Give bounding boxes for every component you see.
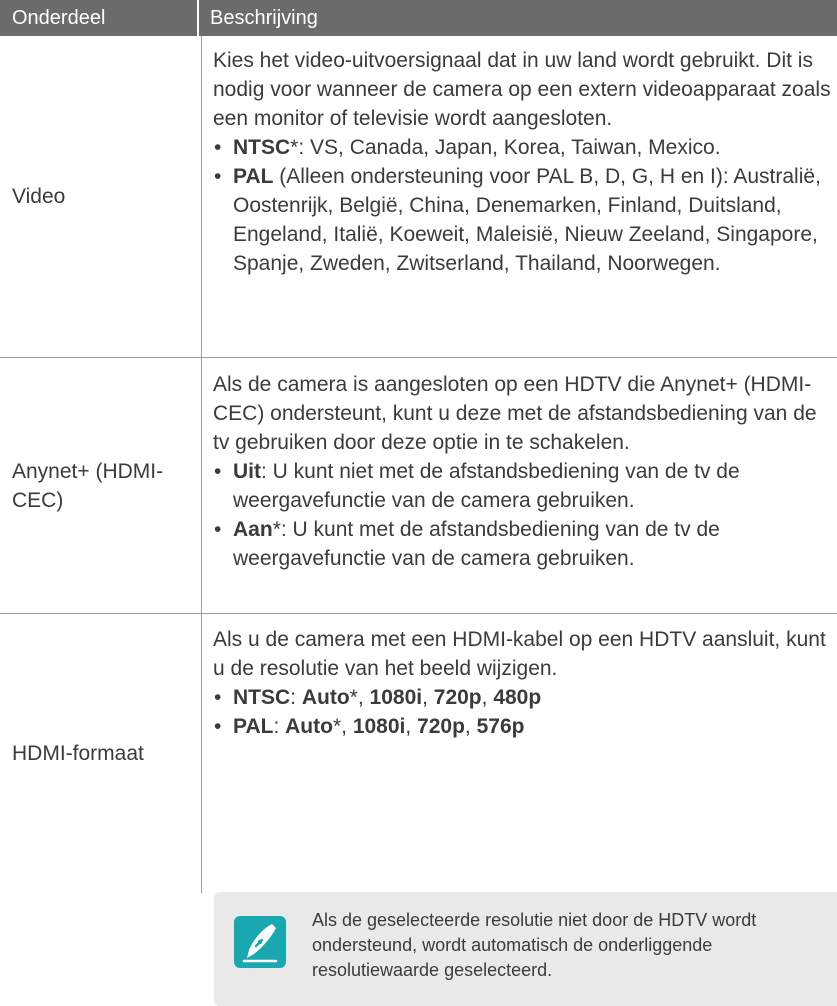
row-desc-anynet: Als de camera is aangesloten op een HDTV… bbox=[201, 358, 837, 613]
list-item: NTSC*: VS, Canada, Japan, Korea, Taiwan,… bbox=[213, 133, 831, 162]
hdmi-pal-opt: 576p bbox=[476, 715, 525, 738]
anynet-off-text: : U kunt niet met de afstandsbediening v… bbox=[233, 460, 740, 512]
comma: , bbox=[341, 715, 353, 738]
comma: , bbox=[405, 715, 418, 738]
pencil-note-icon bbox=[234, 916, 286, 968]
anynet-options: Uit: U kunt niet met de afstandsbedienin… bbox=[213, 457, 831, 573]
hdmi-ntsc-opt: 480p bbox=[493, 686, 542, 709]
separator: : bbox=[273, 715, 286, 738]
row-label-anynet: Anynet+ (HDMI-CEC) bbox=[12, 459, 164, 512]
anynet-on-term: Aan bbox=[233, 518, 273, 541]
row-label-hdmi: HDMI-formaat bbox=[12, 742, 144, 765]
hdmi-ntsc-opt: 1080i bbox=[369, 686, 423, 709]
table-row-anynet: Anynet+ (HDMI-CEC) Als de camera is aang… bbox=[0, 358, 837, 613]
video-pal-text: (Alleen ondersteuning voor PAL B, D, G, … bbox=[233, 165, 821, 275]
hdmi-pal-opt: 1080i bbox=[352, 715, 406, 738]
default-star: * bbox=[349, 686, 358, 709]
hdmi-intro: Als u de camera met een HDMI-kabel op ee… bbox=[213, 628, 826, 680]
anynet-intro: Als de camera is aangesloten op een HDTV… bbox=[213, 373, 817, 454]
row-desc-video: Kies het video-uitvoersignaal dat in uw … bbox=[201, 36, 837, 357]
anynet-off-term: Uit bbox=[233, 460, 261, 483]
video-ntsc-term: NTSC bbox=[233, 136, 291, 159]
comma: , bbox=[481, 686, 494, 709]
hdmi-pal-term: PAL bbox=[233, 715, 274, 738]
list-item: NTSC: Auto*, 1080i, 720p, 480p bbox=[213, 683, 831, 712]
table-row-video: Video Kies het video-uitvoersignaal dat … bbox=[0, 36, 837, 357]
hdmi-ntsc-opt: Auto bbox=[301, 686, 350, 709]
comma: , bbox=[357, 686, 370, 709]
hdmi-pal-opt: 720p bbox=[417, 715, 465, 738]
header-beschrijving: Beschrijving bbox=[210, 7, 318, 29]
row-desc-hdmi: Als u de camera met een HDMI-kabel op ee… bbox=[201, 614, 837, 1006]
anynet-on-text: *: U kunt met de afstandsbediening van d… bbox=[233, 518, 720, 570]
note-box: Als de geselecteerde resolutie niet door… bbox=[214, 892, 837, 1006]
video-pal-term: PAL bbox=[233, 165, 274, 188]
hdmi-pal-opt: Auto bbox=[285, 715, 333, 738]
list-item: PAL: Auto*, 1080i, 720p, 576p bbox=[213, 712, 831, 741]
note-text: Als de geselecteerde resolutie niet door… bbox=[312, 910, 757, 980]
hdmi-ntsc-opt: 720p bbox=[433, 686, 482, 709]
video-intro: Kies het video-uitvoersignaal dat in uw … bbox=[213, 49, 831, 130]
list-item: Uit: U kunt niet met de afstandsbedienin… bbox=[213, 457, 831, 515]
hdmi-options: NTSC: Auto*, 1080i, 720p, 480p PAL: Auto… bbox=[213, 683, 831, 741]
list-item: Aan*: U kunt met de afstandsbediening va… bbox=[213, 515, 831, 573]
header-onderdeel: Onderdeel bbox=[0, 0, 199, 36]
default-star: * bbox=[332, 715, 342, 738]
video-ntsc-text: *: VS, Canada, Japan, Korea, Taiwan, Mex… bbox=[290, 136, 721, 159]
video-options: NTSC*: VS, Canada, Japan, Korea, Taiwan,… bbox=[213, 133, 831, 278]
hdmi-ntsc-term: NTSC bbox=[233, 686, 291, 709]
row-label-video: Video bbox=[12, 185, 66, 208]
table-row-hdmi: HDMI-formaat Als u de camera met een HDM… bbox=[0, 614, 837, 1006]
comma: , bbox=[464, 715, 477, 738]
table-header: Onderdeel Beschrijving bbox=[0, 0, 837, 36]
list-item: PAL (Alleen ondersteuning voor PAL B, D,… bbox=[213, 162, 831, 278]
separator: : bbox=[290, 686, 302, 709]
comma: , bbox=[422, 686, 434, 709]
